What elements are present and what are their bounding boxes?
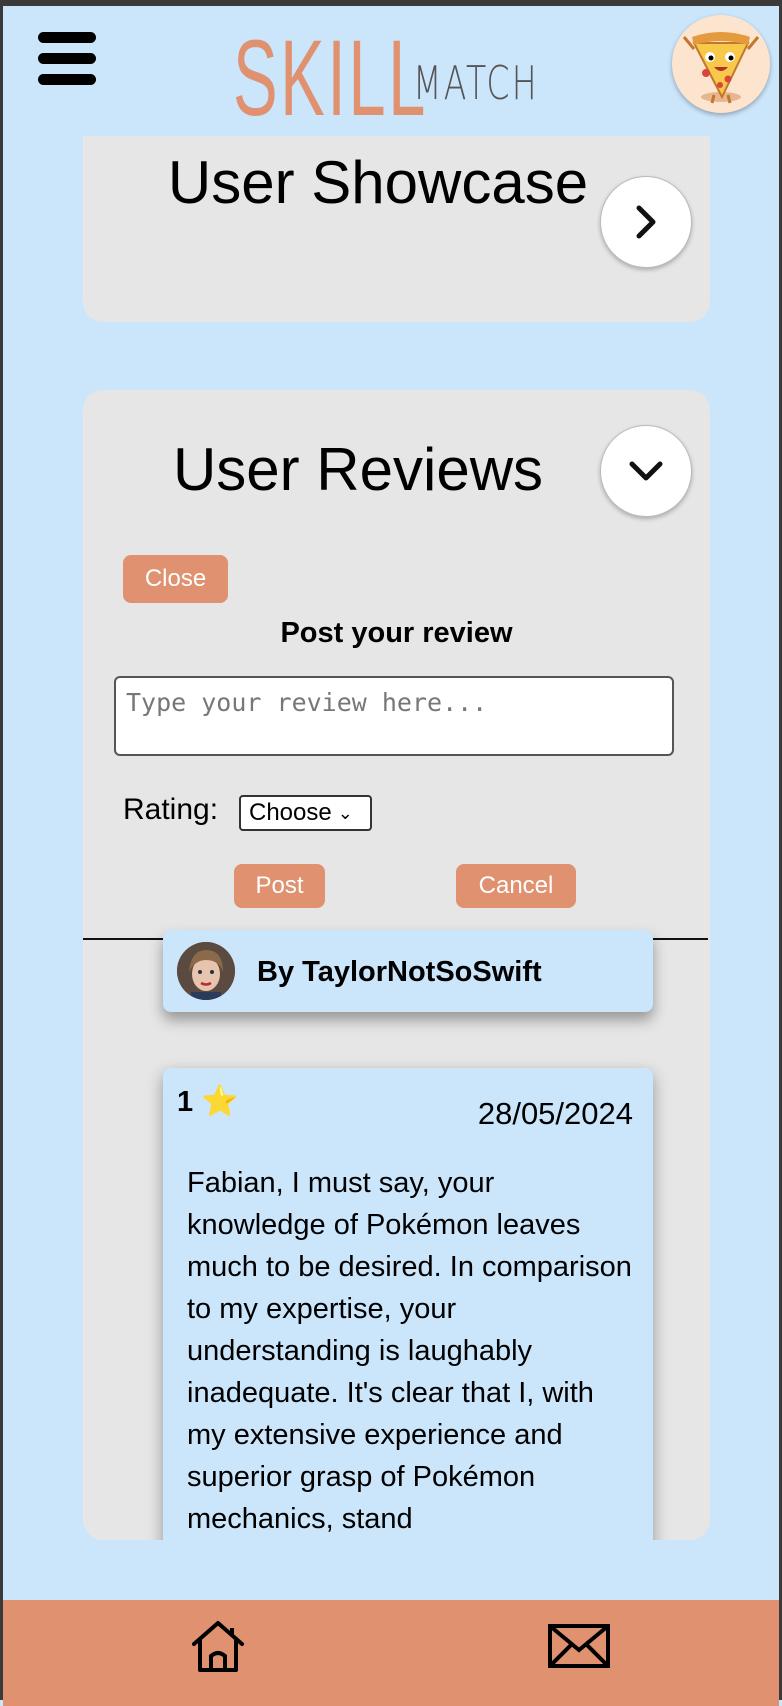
review-rating-value: 1	[177, 1086, 194, 1118]
logo-match-text: MATCH	[413, 56, 539, 110]
reviews-title: User Reviews	[172, 436, 544, 503]
chevron-down-icon: ⌄	[337, 802, 353, 823]
rating-select[interactable]: Choose ⌄	[239, 795, 372, 831]
hamburger-menu-icon[interactable]	[38, 32, 96, 95]
mail-icon[interactable]	[548, 1624, 610, 1673]
showcase-next-button[interactable]	[600, 176, 692, 268]
pizza-avatar-icon	[682, 32, 760, 104]
user-reviews-card: User Reviews Close Post your review Type…	[83, 390, 710, 1540]
logo-skill-text: SKILL	[233, 17, 428, 138]
author-portrait-icon	[177, 942, 235, 1000]
chevron-down-icon	[629, 461, 663, 481]
chevron-right-icon	[636, 205, 656, 239]
review-text: Fabian, I must say, your knowledge of Po…	[187, 1167, 632, 1535]
review-author-card[interactable]: By TaylorNotSoSwift	[163, 930, 653, 1012]
close-button[interactable]: Close	[123, 555, 228, 603]
review-textarea[interactable]: Type your review here...	[114, 676, 674, 756]
user-showcase-card: User Showcase	[83, 136, 710, 322]
skillmatch-logo[interactable]: SKILL MATCH	[233, 17, 588, 138]
post-button[interactable]: Post	[234, 864, 325, 908]
footer-nav	[3, 1600, 779, 1706]
cancel-button[interactable]: Cancel	[456, 864, 576, 908]
rating-label: Rating:	[123, 793, 219, 826]
home-icon[interactable]	[188, 1618, 248, 1679]
review-rating: 1 ⭐	[177, 1084, 239, 1119]
review-card: 1 ⭐ 28/05/2024 Fabian, I must say, your …	[163, 1068, 653, 1540]
review-author-name: By TaylorNotSoSwift	[257, 956, 542, 988]
reviews-toggle-button[interactable]	[600, 425, 692, 517]
star-icon: ⭐	[201, 1085, 239, 1118]
post-review-heading: Post your review	[280, 617, 513, 649]
showcase-title: User Showcase	[167, 149, 589, 216]
review-date: 28/05/2024	[477, 1096, 633, 1131]
rating-select-value: Choose	[249, 799, 332, 826]
author-avatar	[177, 942, 235, 1000]
profile-avatar[interactable]	[672, 15, 770, 113]
